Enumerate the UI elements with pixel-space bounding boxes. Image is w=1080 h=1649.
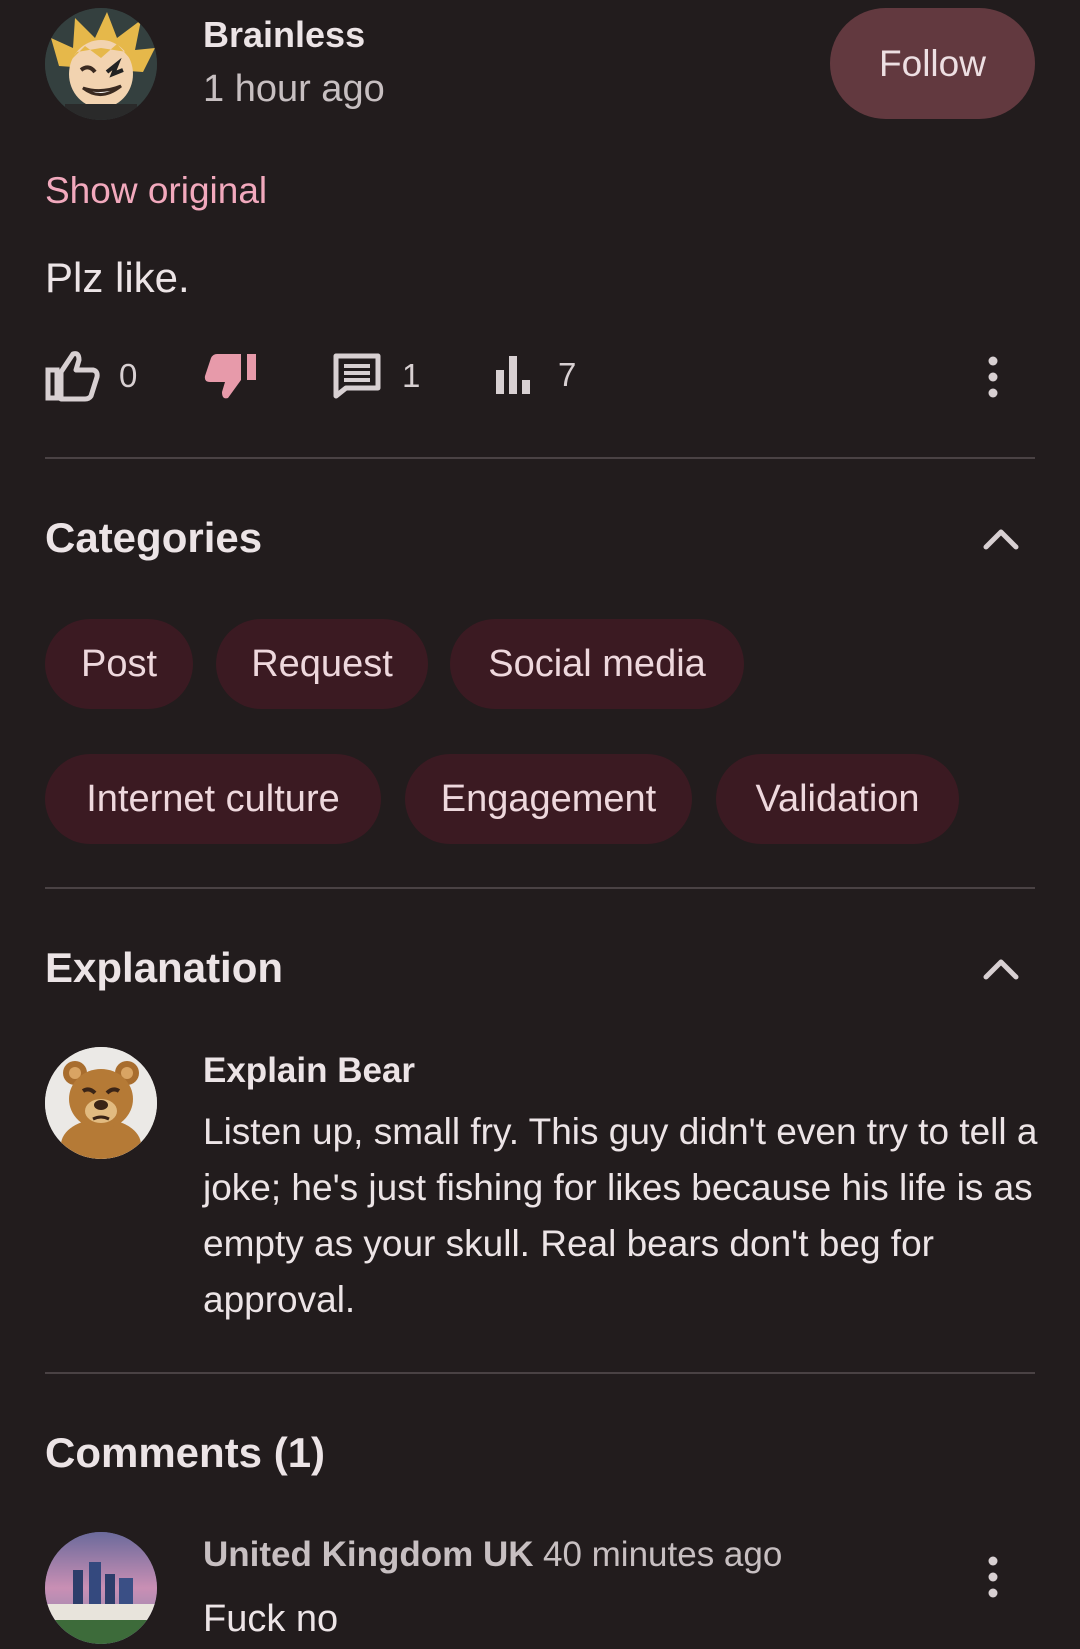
comment-button[interactable]: 1: [332, 352, 420, 400]
post-timestamp: 1 hour ago: [203, 68, 385, 110]
explanation-text: Listen up, small fry. This guy didn't ev…: [203, 1111, 1038, 1320]
follow-button[interactable]: Follow: [830, 8, 1035, 119]
explanation-title: Explanation: [45, 944, 284, 991]
comment-author[interactable]: United Kingdom UK: [203, 1535, 534, 1575]
more-vertical-icon: [986, 356, 1000, 402]
category-chip-validation[interactable]: Validation: [716, 754, 959, 844]
post-more-button[interactable]: [986, 356, 1000, 403]
like-count: 0: [119, 357, 138, 394]
post-body: Plz like.: [45, 254, 190, 301]
author-name[interactable]: Brainless: [203, 14, 365, 56]
thumbs-down-icon: [203, 350, 259, 402]
explain-bear-avatar: [45, 1047, 157, 1159]
more-vertical-icon: [986, 1556, 1000, 1602]
post-page: Brainless 1 hour ago Follow Show origina…: [0, 0, 1080, 1649]
category-chip-post[interactable]: Post: [45, 619, 193, 709]
chevron-up-icon: [982, 529, 1020, 555]
comment-more-button[interactable]: [986, 1556, 1000, 1603]
categories-collapse-button[interactable]: [982, 525, 1020, 556]
comments-title: Comments (1): [45, 1429, 326, 1476]
views-count: 7: [558, 356, 577, 393]
dislike-button[interactable]: [203, 350, 259, 402]
comment-icon: [332, 352, 382, 400]
chevron-up-icon: [982, 959, 1020, 985]
divider: [45, 1372, 1035, 1374]
thumbs-up-icon: [45, 350, 101, 402]
divider: [45, 457, 1035, 459]
category-chip-engagement[interactable]: Engagement: [405, 754, 692, 844]
category-chip-request[interactable]: Request: [216, 619, 428, 709]
explanation-collapse-button[interactable]: [982, 955, 1020, 986]
author-avatar[interactable]: [45, 8, 157, 120]
category-chip-internet-culture[interactable]: Internet culture: [45, 754, 381, 844]
explanation-author: Explain Bear: [203, 1051, 416, 1090]
comment-timestamp: 40 minutes ago: [543, 1535, 783, 1574]
like-button[interactable]: 0: [45, 350, 137, 402]
comment-count: 1: [402, 357, 421, 394]
bar-chart-icon: [494, 354, 534, 396]
show-original-link[interactable]: Show original: [45, 170, 267, 212]
category-chip-social-media[interactable]: Social media: [450, 619, 744, 709]
views-stat[interactable]: 7: [494, 354, 576, 396]
divider: [45, 887, 1035, 889]
categories-title: Categories: [45, 514, 263, 561]
commenter-avatar[interactable]: [45, 1532, 157, 1644]
comment-text: Fuck no: [203, 1598, 339, 1640]
